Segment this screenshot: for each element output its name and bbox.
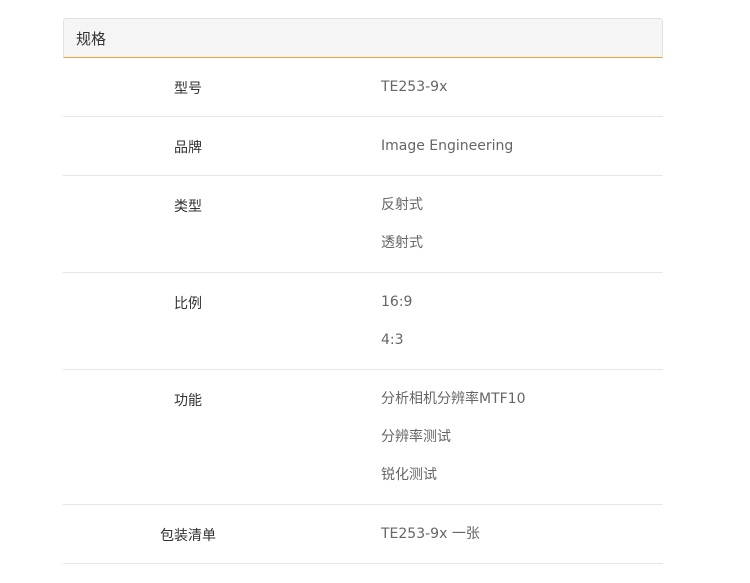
spec-values: TE253-9x xyxy=(313,58,663,117)
spec-label: 类型 xyxy=(63,175,313,273)
spec-value: 分析相机分辨率MTF10 xyxy=(381,391,526,407)
spec-label: 品牌 xyxy=(63,116,313,176)
spec-values: 分析相机分辨率MTF10 分辨率测试 锐化测试 xyxy=(313,369,663,505)
panel-title: 规格 xyxy=(76,29,107,48)
spec-value: TE253-9x xyxy=(381,79,448,95)
spec-values: 反射式 透射式 xyxy=(313,175,663,273)
spec-value: 分辨率测试 xyxy=(381,429,451,445)
spec-values: TE253-9x 一张 xyxy=(313,504,663,564)
spec-values: Image Engineering xyxy=(313,116,663,176)
spec-row-ratio: 比例 16:9 4:3 xyxy=(63,272,663,370)
spec-value: Image Engineering xyxy=(381,138,514,154)
spec-label: 包装清单 xyxy=(63,504,313,564)
spec-value: 4:3 xyxy=(381,332,404,348)
spec-value: 透射式 xyxy=(381,235,423,251)
spec-label: 功能 xyxy=(63,369,313,505)
spec-row-function: 功能 分析相机分辨率MTF10 分辨率测试 锐化测试 xyxy=(63,369,663,505)
spec-row-model: 型号 TE253-9x xyxy=(63,58,663,117)
spec-row-type: 类型 反射式 透射式 xyxy=(63,175,663,273)
spec-label: 比例 xyxy=(63,272,313,370)
spec-row-package: 包装清单 TE253-9x 一张 xyxy=(63,504,663,564)
spec-value: TE253-9x 一张 xyxy=(381,526,480,542)
spec-label: 型号 xyxy=(63,58,313,117)
spec-value: 反射式 xyxy=(381,197,423,213)
spec-value: 锐化测试 xyxy=(381,467,437,483)
spec-value: 16:9 xyxy=(381,294,413,310)
specs-table: 型号 TE253-9x 品牌 Image Engineering 类型 反射式 … xyxy=(63,58,663,564)
specs-panel: 规格 型号 TE253-9x 品牌 Image Engineering 类型 反… xyxy=(63,18,663,564)
spec-values: 16:9 4:3 xyxy=(313,272,663,370)
spec-row-brand: 品牌 Image Engineering xyxy=(63,116,663,176)
panel-header: 规格 xyxy=(63,18,663,58)
